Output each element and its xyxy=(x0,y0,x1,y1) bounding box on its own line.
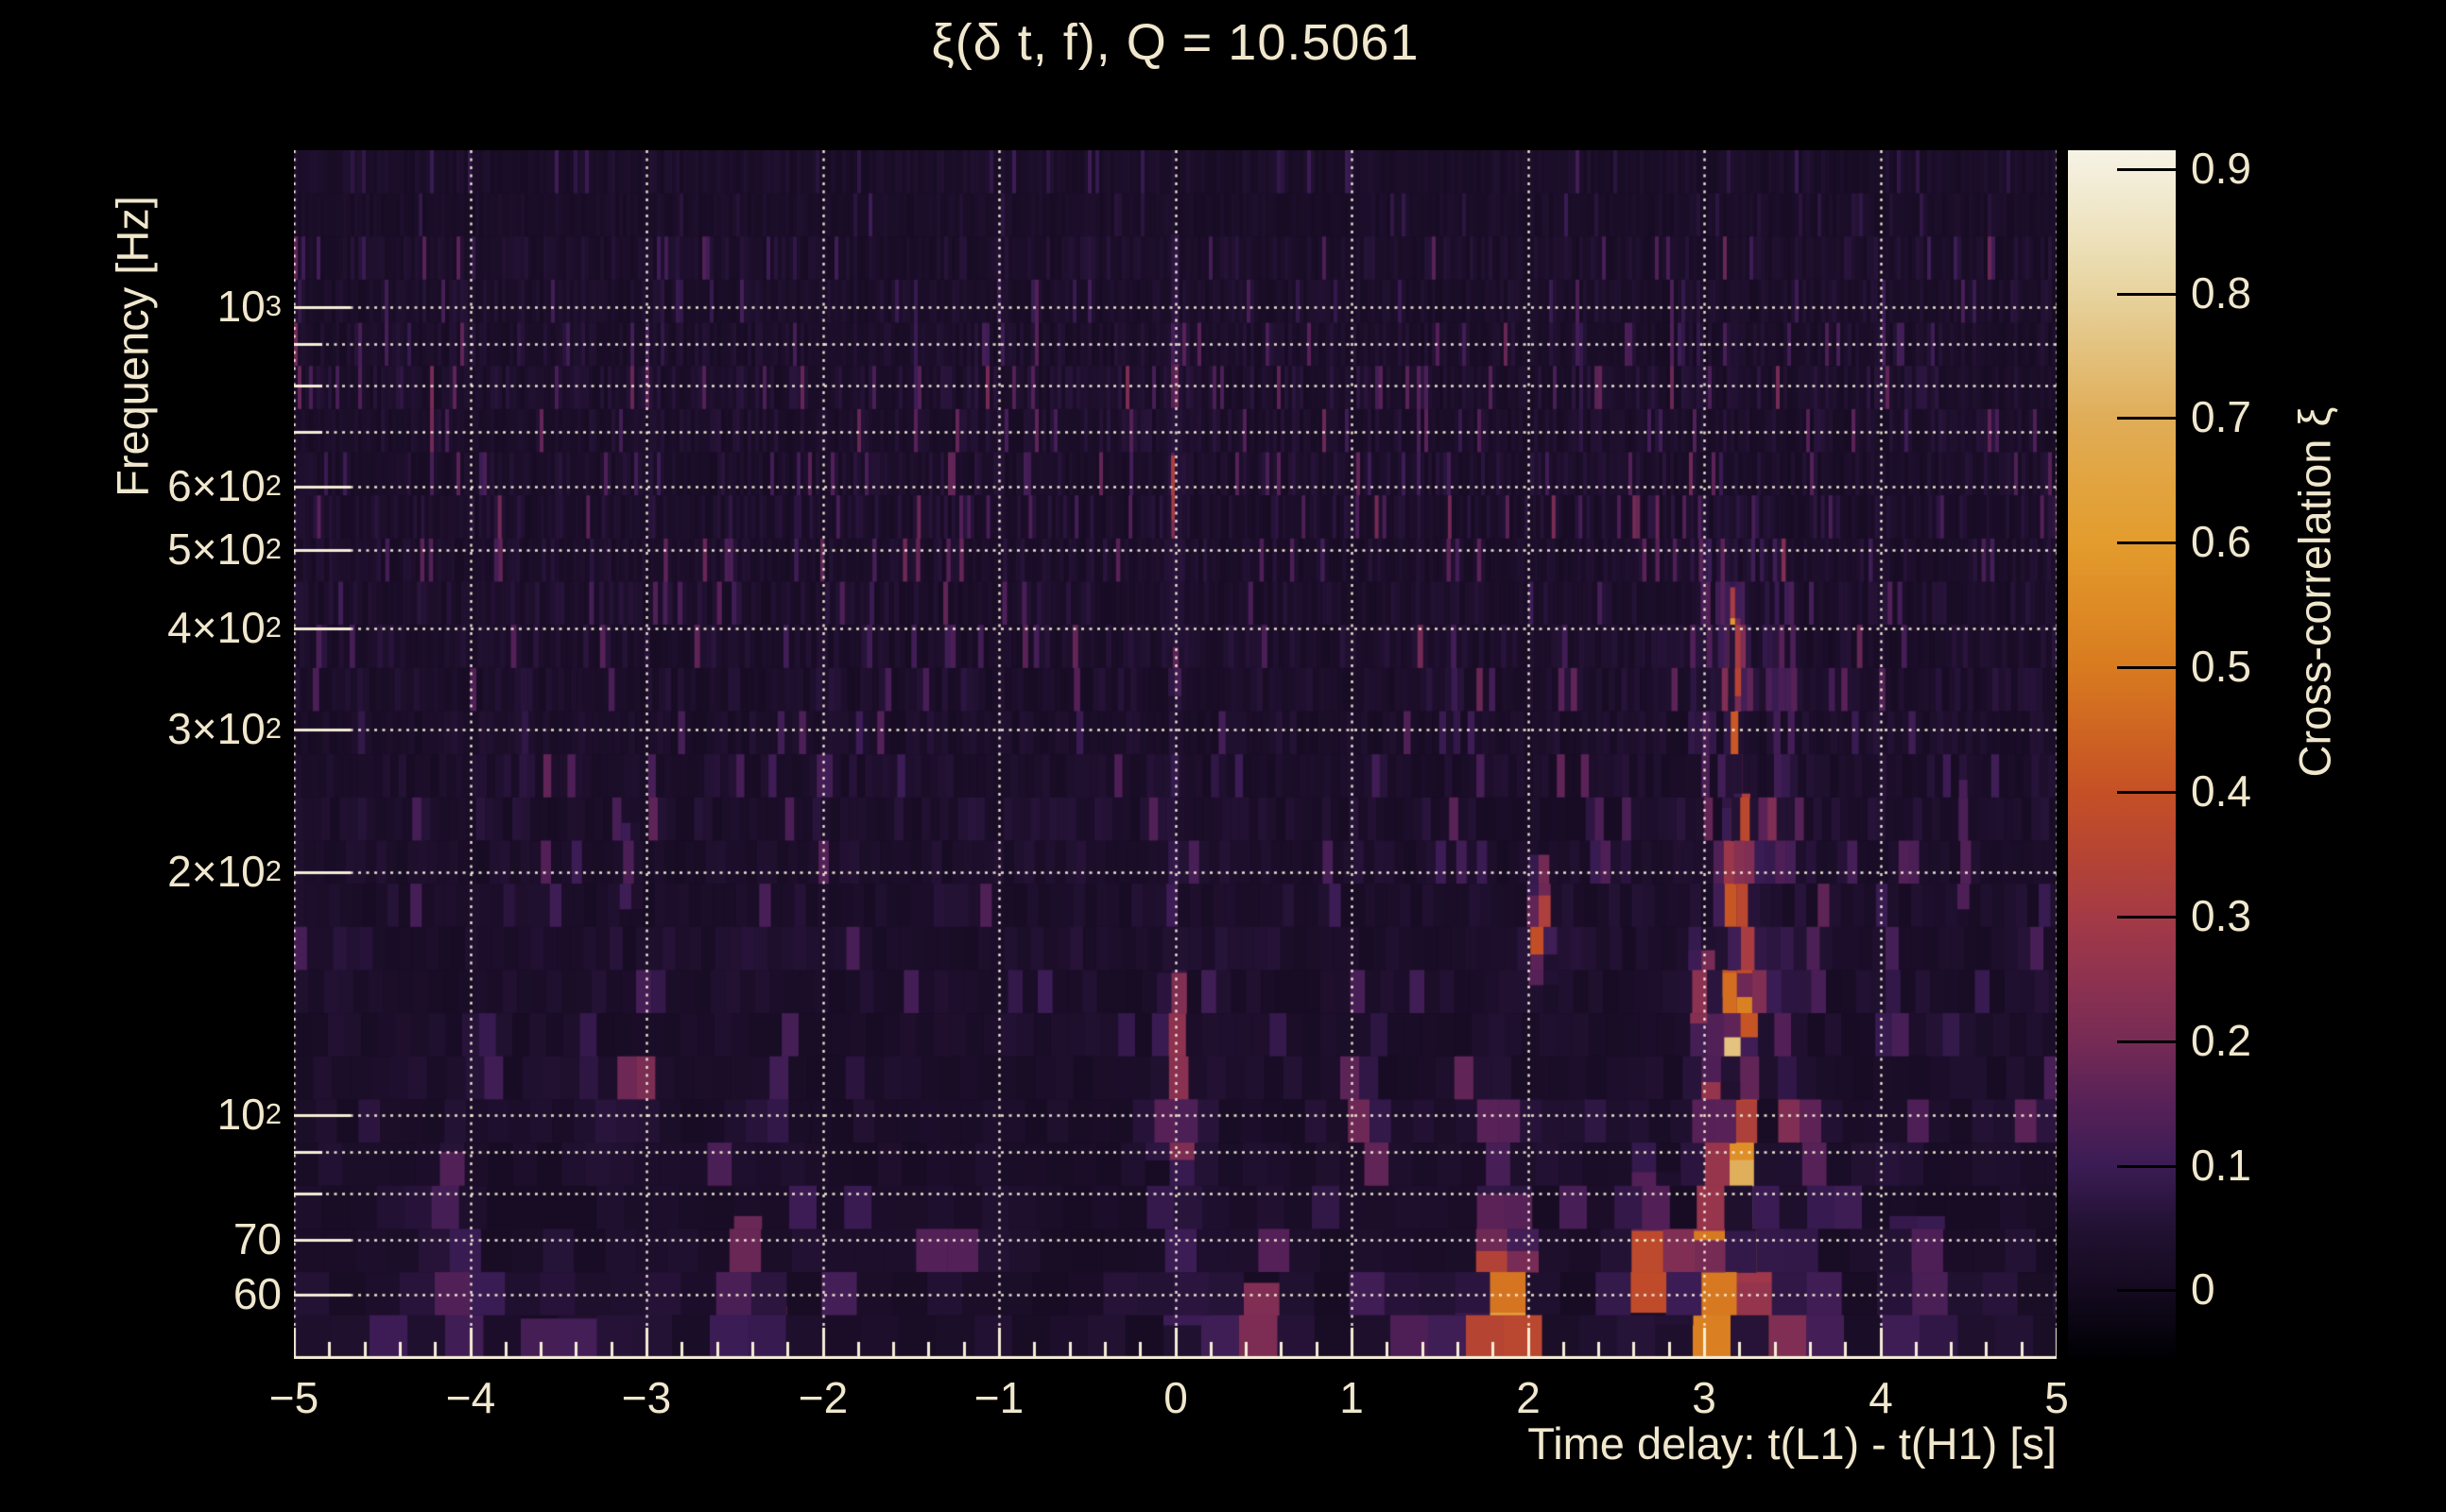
colorbar-title: Cross-correlation ξ xyxy=(2289,406,2340,778)
x-tick-label: −5 xyxy=(268,1373,319,1422)
figure: ξ(δ t, f), Q = 10.5061 103 6×102 5×102 4×10… xyxy=(0,0,2446,1512)
colorbar-tick-label: 0.9 xyxy=(2191,144,2251,193)
colorbar-tick xyxy=(2117,541,2176,544)
colorbar-tick-label: 0.5 xyxy=(2191,642,2251,691)
x-tick-label: 5 xyxy=(2044,1373,2069,1422)
colorbar-tick-label: 0.7 xyxy=(2191,392,2251,441)
heatmap-canvas xyxy=(294,150,2057,1359)
colorbar-tick xyxy=(2117,1289,2176,1292)
x-tick-label: −4 xyxy=(445,1373,496,1422)
x-tick-label: 3 xyxy=(1692,1373,1716,1422)
colorbar-tick xyxy=(2117,417,2176,420)
x-tick-label: −2 xyxy=(798,1373,849,1422)
colorbar-tick xyxy=(2117,168,2176,171)
y-tick-label: 70 xyxy=(233,1214,282,1263)
colorbar-tick-label: 0 xyxy=(2191,1264,2215,1314)
y-tick-label: 3×102 xyxy=(167,704,282,753)
x-tick-label: 0 xyxy=(1163,1373,1188,1422)
colorbar-tick-label: 0.4 xyxy=(2191,766,2251,816)
colorbar xyxy=(2068,150,2176,1359)
colorbar-tick-label: 0.8 xyxy=(2191,268,2251,318)
x-tick-label: 1 xyxy=(1339,1373,1364,1422)
y-tick-label: 60 xyxy=(233,1269,282,1318)
colorbar-tick xyxy=(2117,1040,2176,1043)
colorbar-tick-label: 0.2 xyxy=(2191,1016,2251,1065)
x-tick-label: −1 xyxy=(973,1373,1025,1422)
colorbar-tick xyxy=(2117,916,2176,919)
y-axis-title: Frequency [Hz] xyxy=(107,196,158,497)
heatmap-plot xyxy=(294,150,2057,1359)
x-tick-label: 4 xyxy=(1869,1373,1893,1422)
colorbar-tick xyxy=(2117,666,2176,669)
colorbar-tick xyxy=(2117,791,2176,794)
colorbar-tick xyxy=(2117,293,2176,296)
x-tick-label: 2 xyxy=(1516,1373,1541,1422)
x-tick-label: −3 xyxy=(621,1373,672,1422)
colorbar-tick xyxy=(2117,1165,2176,1168)
colorbar-tick-label: 0.1 xyxy=(2191,1141,2251,1190)
y-tick-label: 2×102 xyxy=(167,847,282,896)
colorbar-tick-label: 0.6 xyxy=(2191,517,2251,566)
y-tick-label: 102 xyxy=(216,1090,282,1139)
x-axis-title: Time delay: t(L1) - t(H1) [s] xyxy=(1527,1418,2057,1469)
chart-title: ξ(δ t, f), Q = 10.5061 xyxy=(931,14,1420,71)
colorbar-tick-label: 0.3 xyxy=(2191,891,2251,940)
